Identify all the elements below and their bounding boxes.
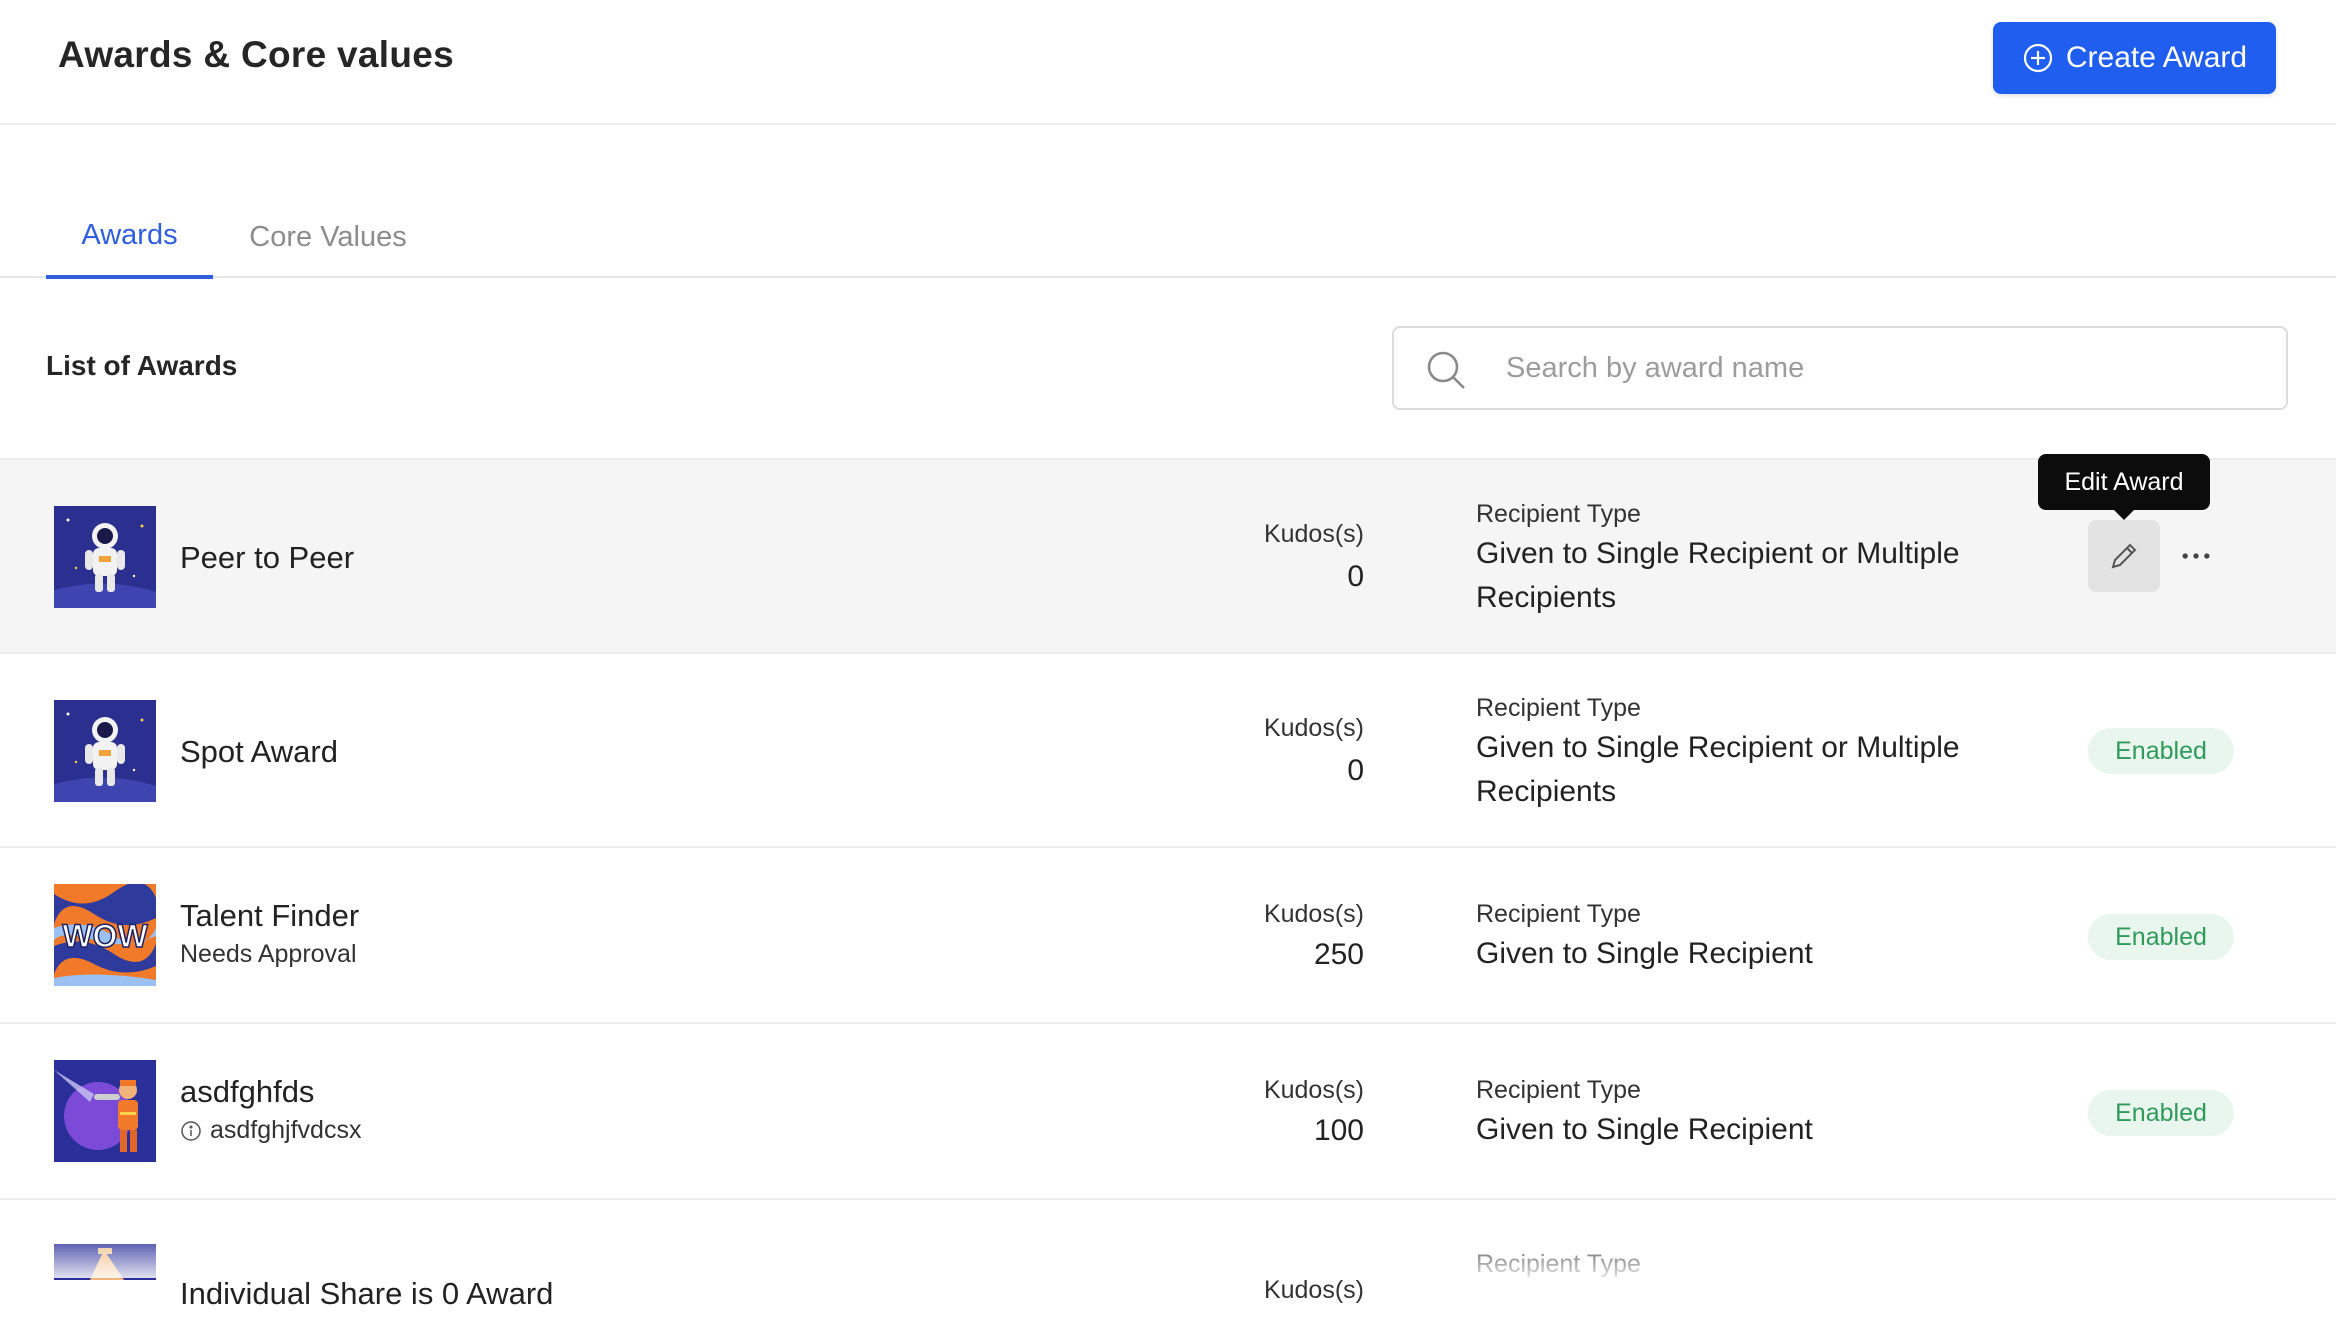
award-name: Spot Award	[180, 734, 338, 769]
kudos-label: Kudos(s)	[1263, 520, 1364, 548]
create-award-label: Create Award	[2065, 41, 2248, 74]
kudos-value: 0	[1347, 754, 1364, 787]
status-badge: Enabled	[2088, 914, 2234, 960]
award-row[interactable]: Peer to Peer Kudos(s) 0 Recipient Type G…	[0, 458, 2336, 652]
award-row[interactable]: asdfghfds asdfghjfvdcsx Kudos(s) 100 Rec…	[0, 1022, 2336, 1198]
edit-award-button[interactable]	[2088, 520, 2160, 592]
status-badge: Enabled	[2088, 728, 2234, 774]
status-badge: Enabled	[2088, 1090, 2234, 1136]
award-name: Individual Share is 0 Award	[180, 1276, 554, 1311]
award-row[interactable]: Individual Share is 0 Award Kudos(s) Rec…	[0, 1198, 2336, 1318]
tab-bar: Awards Core Values	[0, 196, 2336, 279]
recipient-type-label: Recipient Type	[1476, 694, 1641, 722]
tab-awards[interactable]: Awards	[46, 196, 213, 279]
award-description: asdfghjfvdcsx	[210, 1116, 362, 1144]
award-name: Talent Finder	[180, 898, 360, 933]
needs-approval-label: Needs Approval	[180, 940, 357, 968]
recipient-type-value: Given to Single Recipient or Multiple Re…	[1476, 731, 1960, 808]
kudos-label: Kudos(s)	[1263, 1076, 1364, 1104]
search-box[interactable]	[1392, 326, 2288, 410]
award-thumbnail-wow: WOW	[54, 884, 156, 986]
info-icon	[181, 1120, 201, 1141]
recipient-type-label: Recipient Type	[1476, 900, 1641, 928]
kudos-value: 0	[1347, 560, 1364, 593]
kudos-label: Kudos(s)	[1263, 714, 1364, 742]
svg-text:WOW: WOW	[62, 918, 148, 954]
pencil-icon	[2111, 543, 2137, 569]
plus-circle-icon	[2023, 43, 2052, 73]
search-icon	[1427, 351, 1465, 389]
more-options-button[interactable]	[2178, 538, 2214, 574]
kudos-value: 250	[1313, 938, 1364, 971]
edit-award-tooltip: Edit Award	[2038, 454, 2210, 520]
award-subtitle: asdfghjfvdcsx	[180, 1116, 361, 1145]
kudos-label: Kudos(s)	[1263, 900, 1364, 928]
recipient-type-value: Given to Single Recipient	[1476, 1113, 1813, 1146]
recipient-type-label: Recipient Type	[1476, 1250, 1641, 1278]
recipient-type-label: Recipient Type	[1476, 500, 1641, 528]
kudos-label: Kudos(s)	[1263, 1276, 1364, 1304]
recipient-type-value: Given to Single Recipient	[1476, 937, 1813, 970]
award-thumbnail-firefighter	[54, 1060, 156, 1162]
search-input[interactable]	[1506, 344, 2246, 392]
award-name: Peer to Peer	[180, 540, 355, 575]
create-award-button[interactable]: Create Award	[1993, 22, 2276, 94]
recipient-type-value: Given to Single Recipient or Multiple Re…	[1476, 537, 1960, 614]
list-title: List of Awards	[46, 350, 238, 381]
award-subtitle: Needs Approval	[180, 940, 357, 969]
award-row[interactable]: WOW Talent Finder Needs Approval Kudos(s…	[0, 846, 2336, 1022]
award-row[interactable]: Spot Award Kudos(s) 0 Recipient Type Giv…	[0, 652, 2336, 846]
page-header: Awards & Core values Create Award	[0, 0, 2336, 125]
tab-core-values[interactable]: Core Values	[228, 196, 428, 278]
more-horizontal-icon	[2182, 553, 2210, 559]
page-title: Awards & Core values	[58, 34, 455, 75]
award-thumbnail-astronaut	[54, 700, 156, 802]
award-thumbnail-pizza	[54, 1244, 156, 1280]
award-thumbnail-astronaut	[54, 506, 156, 608]
award-name: asdfghfds	[180, 1074, 315, 1109]
recipient-type-label: Recipient Type	[1476, 1076, 1641, 1104]
kudos-value: 100	[1313, 1114, 1364, 1147]
